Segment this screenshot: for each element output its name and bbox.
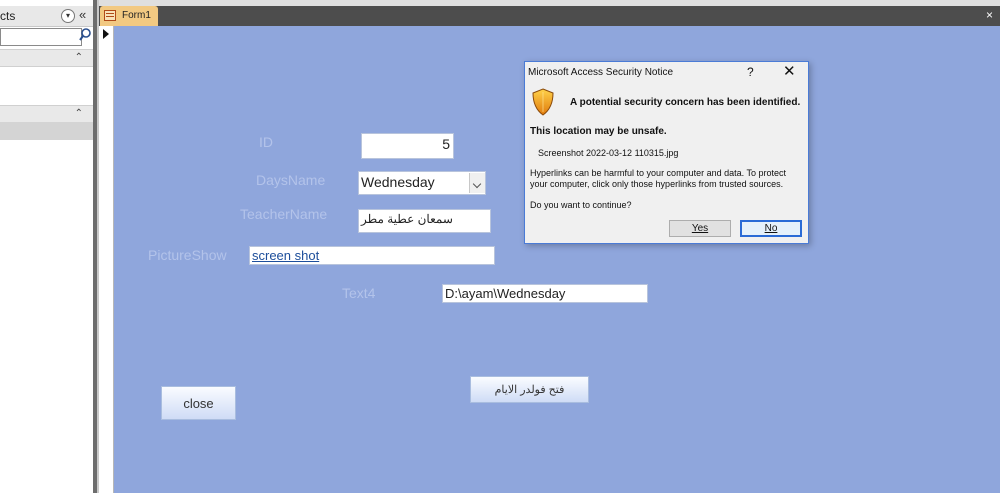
help-icon[interactable]: ?: [747, 65, 754, 79]
text4-field[interactable]: D:\ayam\Wednesday: [442, 284, 648, 303]
pictureshow-field[interactable]: screen shot: [249, 246, 495, 265]
document-tab-strip: [99, 6, 1000, 26]
dialog-title: Microsoft Access Security Notice: [528, 67, 674, 78]
chevron-up-icon[interactable]: ⌃: [75, 106, 83, 122]
nav-group-header[interactable]: ⌃: [0, 49, 93, 67]
shield-warning-icon: [532, 88, 554, 116]
dialog-heading: A potential security concern has been id…: [570, 97, 801, 108]
tab-label: Form1: [122, 10, 151, 21]
nav-header: cts ▾ «: [0, 6, 93, 27]
pictureshow-label: PictureShow: [148, 247, 227, 263]
close-button[interactable]: close: [161, 386, 236, 420]
daysname-combobox[interactable]: Wednesday: [358, 171, 486, 195]
dialog-question: Do you want to continue?: [530, 200, 632, 210]
text4-label: Text4: [342, 285, 376, 301]
chevron-up-icon[interactable]: ⌃: [75, 50, 83, 66]
picture-hyperlink[interactable]: screen shot: [252, 248, 319, 263]
record-selector[interactable]: [99, 26, 114, 493]
tab-form1[interactable]: Form1: [100, 6, 158, 26]
teachername-label: TeacherName: [240, 206, 328, 222]
daysname-label: DaysName: [256, 172, 326, 188]
navigation-pane: cts ▾ « ⌃ ⌃: [0, 0, 94, 493]
form-icon: [104, 10, 116, 21]
dialog-body-line: your computer, click only those hyperlin…: [530, 179, 784, 189]
no-button[interactable]: No: [740, 220, 802, 237]
id-label: ID: [259, 134, 273, 150]
yes-button[interactable]: Yes: [669, 220, 731, 237]
id-field[interactable]: 5: [361, 133, 454, 159]
close-icon[interactable]: ✕: [783, 62, 796, 80]
daysname-value: Wednesday: [361, 174, 435, 190]
security-notice-dialog: Microsoft Access Security Notice ? ✕ A p…: [524, 61, 809, 244]
nav-title[interactable]: cts: [0, 9, 15, 23]
chevron-down-icon[interactable]: [469, 173, 485, 193]
dialog-body-line: Hyperlinks can be harmful to your comput…: [530, 168, 786, 178]
double-chevron-left-icon[interactable]: «: [79, 7, 86, 22]
teachername-field[interactable]: سمعان عطية مطر: [358, 209, 491, 233]
nav-search-input[interactable]: [0, 28, 82, 46]
dialog-subheading: This location may be unsafe.: [530, 126, 667, 137]
chevron-down-circle-icon[interactable]: ▾: [61, 9, 75, 23]
nav-group-header[interactable]: ⌃: [0, 105, 93, 123]
current-record-arrow-icon: [103, 29, 109, 39]
dialog-body: Hyperlinks can be harmful to your comput…: [530, 168, 805, 190]
open-days-folder-button[interactable]: فتح فولدر الايام: [470, 376, 589, 403]
nav-selected-item[interactable]: [0, 122, 93, 140]
close-document-icon[interactable]: ×: [986, 8, 993, 22]
dialog-file-name: Screenshot 2022-03-12 110315.jpg: [538, 148, 679, 158]
search-icon[interactable]: [78, 27, 92, 43]
